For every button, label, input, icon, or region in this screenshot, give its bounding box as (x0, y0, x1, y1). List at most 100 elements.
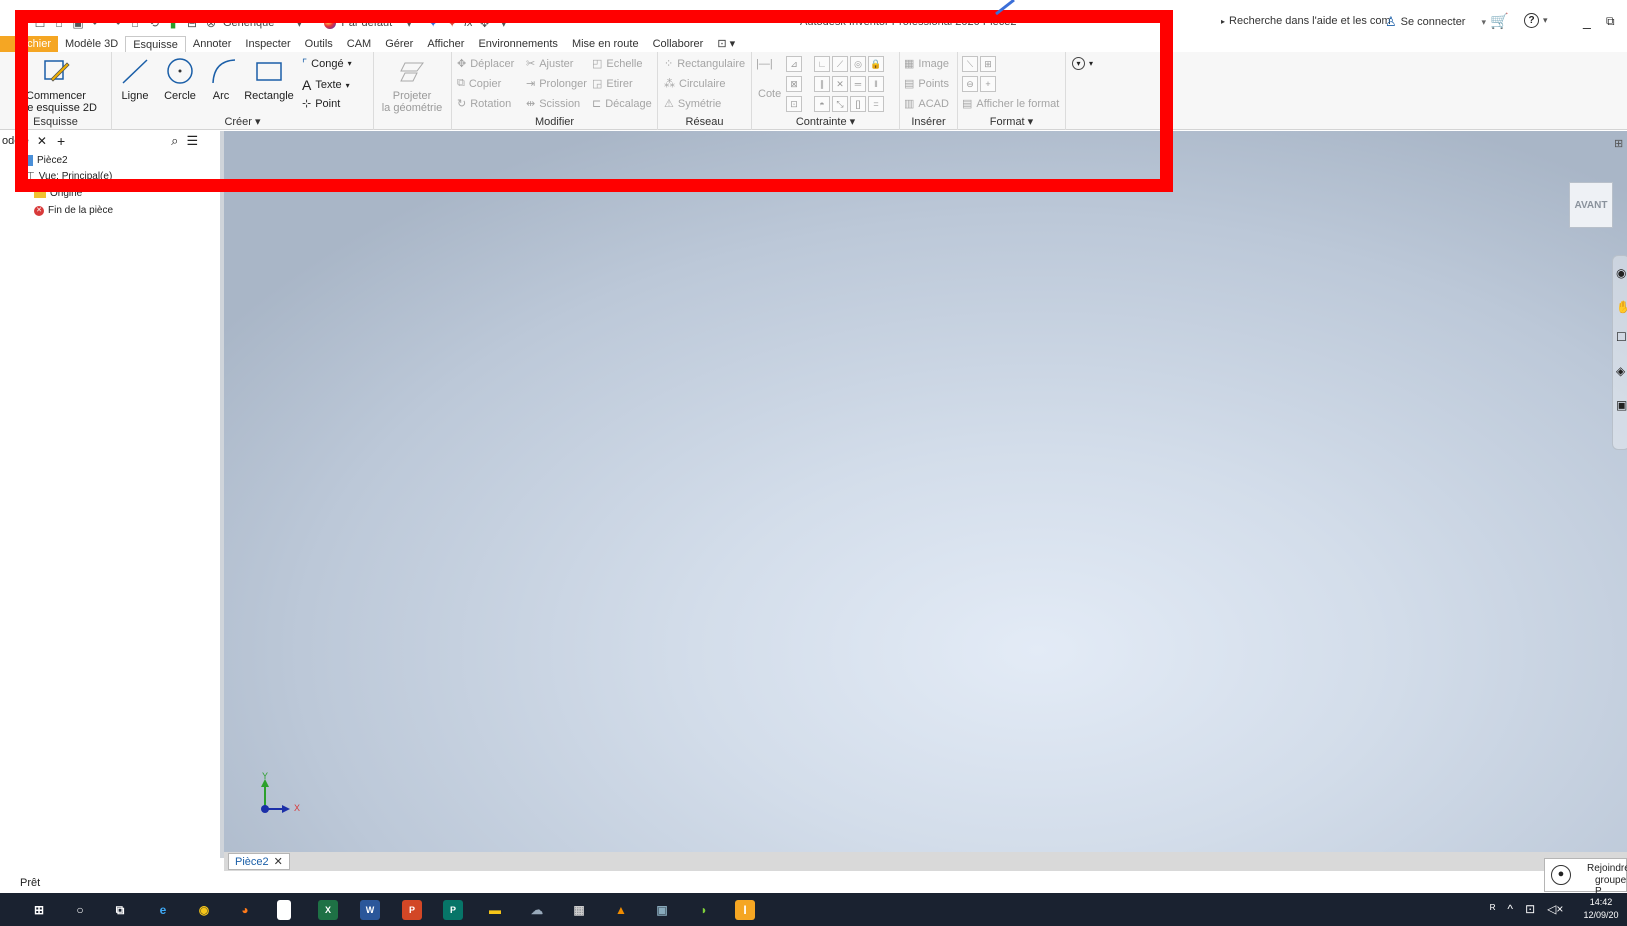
rotate-button[interactable]: ↻ Rotation (457, 97, 511, 111)
sign-in-button[interactable]: ♙ Se connecter ▾ (1385, 14, 1486, 30)
browser-search-icon[interactable]: ⌕ (171, 133, 178, 149)
adjust-appearance-icon[interactable]: ✦ (426, 16, 440, 30)
panel-label-format[interactable]: Format ▾ (958, 115, 1065, 128)
tab-collaborer[interactable]: Collaborer (646, 36, 711, 52)
search-icon[interactable]: ○ (70, 900, 90, 920)
tab-environnements[interactable]: Environnements (471, 36, 565, 52)
graphics-viewport[interactable]: Y X ⊞ (224, 131, 1627, 852)
help-dropdown-icon[interactable]: ▾ (1543, 15, 1548, 26)
edge-icon[interactable]: e (153, 900, 173, 920)
network-tray-icon[interactable]: ⊡ (1525, 902, 1535, 916)
qat-more-icon[interactable]: ▾ (497, 16, 511, 30)
tab-afficher[interactable]: Afficher (420, 36, 471, 52)
powerpoint-icon[interactable]: P (402, 900, 422, 920)
tree-item-part[interactable]: Pièce2 (24, 155, 68, 166)
relax-mode-icon[interactable]: ⊡ (786, 96, 802, 112)
measure-icon[interactable]: ⊟ (185, 16, 199, 30)
insert-image-button[interactable]: ▦ Image (904, 57, 949, 71)
show-format-button[interactable]: ▤ Afficher le format (962, 97, 1059, 111)
new-file-icon[interactable]: ☐ (33, 16, 47, 30)
insert-acad-button[interactable]: ▥ ACAD (904, 97, 949, 111)
clear-override-icon[interactable]: ✦ (445, 16, 459, 30)
text-button[interactable]: A Texte ▾ (302, 77, 350, 93)
minimize-icon[interactable]: _ (1583, 13, 1591, 29)
people-icon[interactable]: ᴿ (1490, 902, 1495, 916)
pan-icon[interactable]: ✋ (1616, 300, 1627, 314)
app-window-icon[interactable]: ▣ (652, 900, 672, 920)
move-button[interactable]: ✥ Déplacer (457, 57, 514, 71)
parallel-icon[interactable]: ∥ (814, 76, 830, 92)
redo-icon[interactable]: ↷ (109, 16, 123, 30)
file-icon[interactable] (277, 900, 291, 920)
windows-start-icon[interactable]: ⊞ (29, 900, 49, 920)
dimension-button[interactable]: Cote (758, 88, 781, 100)
centerpoint-icon[interactable]: ⊖ (962, 76, 978, 92)
document-tab-close-icon[interactable]: ✕ (274, 855, 283, 868)
customize-icon[interactable]: ✥ (478, 16, 492, 30)
tab-esquisse[interactable]: Esquisse (125, 36, 186, 52)
perpendicular-icon[interactable]: ∟ (814, 56, 830, 72)
vertical-icon[interactable]: ‖ (868, 76, 884, 92)
vlc-icon[interactable]: ▲ (611, 900, 631, 920)
tab-gerer[interactable]: Gérer (378, 36, 420, 52)
tab-mise-en-route[interactable]: Mise en route (565, 36, 646, 52)
trim-button[interactable]: ✂ Ajuster (526, 57, 573, 71)
navigation-bar[interactable]: ◉ ✋ ☐ ◈ ▣ (1612, 255, 1627, 450)
tab-annoter[interactable]: Annoter (186, 36, 239, 52)
select-icon[interactable]: ▮ (166, 16, 180, 30)
appearance-dropdown-icon[interactable]: ▾ (397, 16, 421, 30)
linetype-icon[interactable]: ⊞ (980, 56, 996, 72)
construction-icon[interactable]: ⟍ (962, 56, 978, 72)
calculator-icon[interactable]: ▦ (569, 900, 589, 920)
undo-icon[interactable]: ↶ (90, 16, 104, 30)
excel-icon[interactable]: X (318, 900, 338, 920)
document-tab[interactable]: Pièce2 ✕ (228, 853, 290, 870)
point-button[interactable]: ⊹ Point (302, 97, 340, 111)
orbit-icon[interactable]: ◈ (1616, 364, 1625, 378)
notepad-icon[interactable]: ◗ (694, 900, 714, 920)
viewport-options-icon[interactable]: ⊞ (1614, 137, 1623, 150)
stretch-button[interactable]: ◲ Etirer (592, 77, 633, 91)
update-icon[interactable]: ⟲ (147, 16, 161, 30)
save-icon[interactable]: ▣ (71, 16, 85, 30)
ribbon-display-toggle-icon[interactable]: ⊡ ▾ (710, 36, 742, 52)
tab-fichier[interactable]: Fichier (0, 36, 59, 52)
inventor-taskbar-icon[interactable]: I (735, 900, 755, 920)
equal-icon[interactable]: = (868, 96, 884, 112)
browser-menu-icon[interactable]: ☰ (186, 133, 198, 149)
parameters-fx-icon[interactable]: fx (464, 17, 473, 29)
rectangular-pattern-button[interactable]: ⁘ Rectangulaire (664, 57, 745, 71)
clear-appearance-icon[interactable]: ⊗ (204, 16, 218, 30)
browser-tab-model[interactable]: odèle (2, 135, 29, 147)
fillet-button[interactable]: ⌜ Congé ▾ (302, 57, 352, 71)
extend-button[interactable]: ⇥ Prolonger (526, 77, 587, 91)
panel-label-contrainte[interactable]: Contrainte ▾ (752, 115, 899, 128)
smooth-icon[interactable]: ◓ (814, 96, 830, 112)
chrome-icon[interactable]: ◉ (194, 900, 214, 920)
circle-button[interactable]: Cercle (162, 56, 198, 102)
appearance-select[interactable]: Par défaut (341, 17, 392, 29)
tab-cam[interactable]: CAM (340, 36, 378, 52)
copy-button[interactable]: ⧉ Copier (457, 77, 501, 90)
network-icon[interactable]: ☁ (527, 900, 547, 920)
material-select[interactable]: Générique (223, 17, 274, 29)
arc-button[interactable]: Arc (206, 56, 236, 102)
app-icon[interactable]: ▟ (14, 16, 28, 30)
coincident-icon[interactable]: ✕ (832, 76, 848, 92)
help-icon[interactable]: ? (1524, 13, 1539, 28)
project-geometry-button[interactable]: Projeter la géométrie (376, 56, 448, 114)
finish-sketch-dropdown[interactable]: ▾ ▾ (1072, 57, 1093, 70)
centerline-icon[interactable]: + (980, 76, 996, 92)
viewcube[interactable]: AVANT (1569, 182, 1613, 228)
start-2d-sketch-button[interactable]: Commencer une esquisse 2D (6, 56, 106, 114)
collinear-icon[interactable]: ⤡ (832, 96, 848, 112)
firefox-icon[interactable]: ◕ (235, 900, 255, 920)
task-view-icon[interactable]: ⧉ (110, 900, 130, 920)
offset-button[interactable]: ⊏ Décalage (592, 97, 652, 111)
insert-points-button[interactable]: ▤ Points (904, 77, 949, 91)
tree-item-origin[interactable]: Origine (34, 188, 82, 199)
zoom-window-icon[interactable]: ☐ (1616, 330, 1627, 344)
browser-close-icon[interactable]: ✕ (37, 134, 47, 148)
show-constraints-icon[interactable]: ⊠ (786, 76, 802, 92)
line-button[interactable]: Ligne (118, 56, 152, 102)
